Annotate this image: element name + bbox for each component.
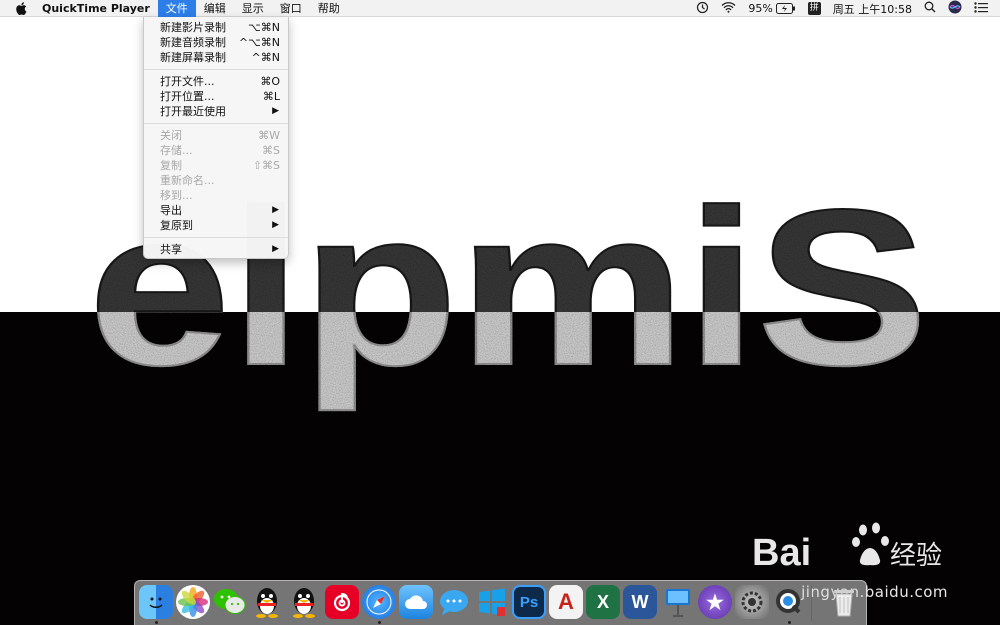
- menu-item-export[interactable]: 导出 ▶: [144, 203, 288, 218]
- menu-window[interactable]: 窗口: [272, 0, 310, 17]
- file-menu-dropdown: 新建影片录制 ⌥⌘N 新建音频录制 ^⌥⌘N 新建屏幕录制 ^⌘N 打开文件..…: [143, 17, 289, 259]
- menu-item-label: 关闭: [160, 129, 182, 142]
- submenu-arrow-icon: ▶: [272, 205, 279, 215]
- status-area: 95% 拼 周五 上午10:58: [696, 0, 1000, 17]
- safari-icon[interactable]: [362, 585, 396, 619]
- menu-item-label: 打开最近使用: [160, 105, 226, 118]
- menu-item-open-file[interactable]: 打开文件... ⌘O: [144, 74, 288, 89]
- imovie-icon[interactable]: ★: [698, 585, 732, 619]
- menu-edit[interactable]: 编辑: [196, 0, 234, 17]
- photos-icon[interactable]: [176, 585, 210, 619]
- baidu-cloud-icon[interactable]: [399, 585, 433, 619]
- battery-status[interactable]: 95%: [748, 2, 795, 15]
- menu-item-share[interactable]: 共享 ▶: [144, 242, 288, 257]
- menu-file[interactable]: 文件: [157, 0, 196, 17]
- menu-item-label: 复原到: [160, 219, 193, 232]
- menu-separator: [144, 69, 288, 70]
- menu-item-shortcut: ⇧⌘S: [252, 159, 280, 172]
- time-machine-icon[interactable]: [696, 1, 709, 17]
- menu-separator: [144, 123, 288, 124]
- running-indicator: [155, 621, 158, 624]
- menu-view[interactable]: 显示: [234, 0, 272, 17]
- dock-divider: [811, 585, 812, 621]
- menu-item-label: 共享: [160, 243, 182, 256]
- menu-item-label: 新建屏幕录制: [160, 51, 226, 64]
- keynote-icon[interactable]: [661, 585, 695, 619]
- app-name-menu[interactable]: QuickTime Player: [42, 2, 150, 15]
- battery-percent: 95%: [748, 2, 773, 15]
- qq-icon[interactable]: [250, 585, 284, 619]
- wechat-icon[interactable]: [213, 585, 247, 619]
- finder-icon[interactable]: [139, 585, 173, 619]
- menu-item-rename: 重新命名...: [144, 173, 288, 188]
- wifi-icon[interactable]: [721, 1, 736, 16]
- baidu-jingyan-watermark: Bai 经验: [750, 520, 950, 586]
- submenu-arrow-icon: ▶: [272, 244, 279, 254]
- menu-item-move-to: 移到...: [144, 188, 288, 203]
- watermark-brand-cn: 经验: [890, 541, 942, 571]
- menu-item-open-recent[interactable]: 打开最近使用 ▶: [144, 104, 288, 119]
- menu-item-new-audio-recording[interactable]: 新建音频录制 ^⌥⌘N: [144, 35, 288, 50]
- menu-help[interactable]: 帮助: [310, 0, 348, 17]
- menu-item-save: 存储... ⌘S: [144, 143, 288, 158]
- watermark-brand: Bai: [752, 532, 811, 574]
- menu-item-shortcut: ^⌘N: [251, 51, 280, 64]
- baidu-logo-icon: Bai 经验: [752, 522, 942, 574]
- menu-item-shortcut: ⌥⌘N: [248, 21, 280, 34]
- menu-item-shortcut: ⌘S: [262, 144, 280, 157]
- autocad-icon[interactable]: A: [549, 585, 583, 619]
- menu-item-label: 打开位置...: [160, 90, 215, 103]
- menu-separator: [144, 237, 288, 238]
- submenu-arrow-icon: ▶: [272, 220, 279, 230]
- menu-item-shortcut: ⌘W: [258, 129, 280, 142]
- qq-icon-2[interactable]: [287, 585, 321, 619]
- quicktime-icon[interactable]: [772, 585, 806, 619]
- trash-icon[interactable]: [827, 585, 861, 619]
- menu-item-label: 导出: [160, 204, 182, 217]
- menu-item-label: 打开文件...: [160, 75, 215, 88]
- siri-icon[interactable]: [948, 0, 962, 17]
- menu-item-new-screen-recording[interactable]: 新建屏幕录制 ^⌘N: [144, 50, 288, 65]
- submenu-arrow-icon: ▶: [272, 106, 279, 116]
- spotlight-search-icon[interactable]: [924, 1, 936, 16]
- menu-item-label: 新建影片录制: [160, 21, 226, 34]
- photoshop-icon[interactable]: Ps: [512, 585, 546, 619]
- dock: Ps A X W ★: [134, 580, 867, 625]
- menu-item-close: 关闭 ⌘W: [144, 128, 288, 143]
- apple-menu-icon[interactable]: [12, 0, 30, 17]
- word-icon[interactable]: W: [623, 585, 657, 619]
- menu-item-label: 存储...: [160, 144, 193, 157]
- menubar: QuickTime Player 文件 编辑 显示 窗口 帮助 95% 拼 周五…: [0, 0, 1000, 17]
- menu-item-label: 新建音频录制: [160, 36, 226, 49]
- menu-item-duplicate: 复制 ⇧⌘S: [144, 158, 288, 173]
- menu-item-label: 复制: [160, 159, 182, 172]
- clock[interactable]: 周五 上午10:58: [833, 1, 912, 17]
- netease-music-icon[interactable]: [325, 585, 359, 619]
- notification-center-icon[interactable]: [974, 1, 988, 16]
- menu-item-revert-to[interactable]: 复原到 ▶: [144, 218, 288, 233]
- menu-item-new-movie-recording[interactable]: 新建影片录制 ⌥⌘N: [144, 20, 288, 35]
- windows-app-icon[interactable]: [475, 585, 509, 619]
- menu-item-shortcut: ^⌥⌘N: [238, 36, 280, 49]
- menu-item-open-location[interactable]: 打开位置... ⌘L: [144, 89, 288, 104]
- system-preferences-icon[interactable]: [735, 585, 769, 619]
- running-indicator: [788, 621, 791, 624]
- battery-icon: [775, 3, 795, 14]
- menu-item-label: 移到...: [160, 189, 193, 202]
- menu-item-shortcut: ⌘O: [260, 75, 280, 88]
- menu-item-shortcut: ⌘L: [262, 90, 280, 103]
- menu-item-label: 重新命名...: [160, 174, 215, 187]
- input-method-icon[interactable]: 拼: [807, 2, 821, 15]
- messages-icon[interactable]: [437, 585, 471, 619]
- excel-icon[interactable]: X: [586, 585, 620, 619]
- running-indicator: [378, 621, 381, 624]
